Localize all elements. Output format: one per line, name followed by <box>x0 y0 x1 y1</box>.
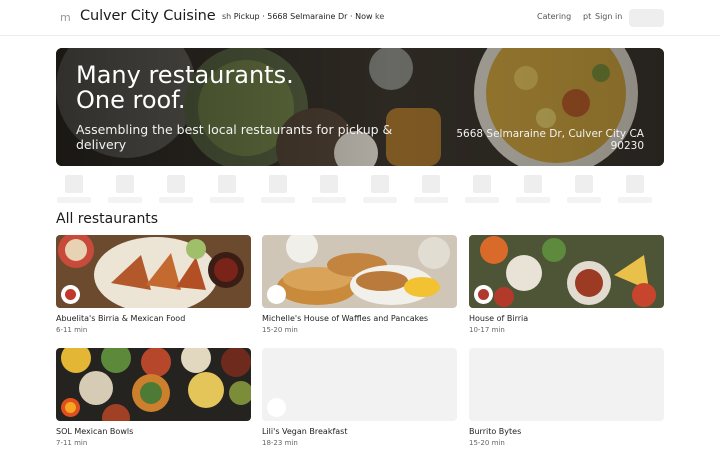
category-placeholder[interactable] <box>617 173 653 203</box>
restaurant-logo <box>61 398 80 417</box>
restaurant-image[interactable] <box>469 235 664 308</box>
restaurant-time: 18-23 min <box>262 439 298 447</box>
category-bar <box>56 173 664 205</box>
restaurant-time: 6-11 min <box>56 326 88 334</box>
catering-link[interactable]: Catering <box>537 12 571 21</box>
category-placeholder[interactable] <box>56 173 92 203</box>
sign-in-link[interactable]: Sign in <box>595 12 622 21</box>
restaurant-time: 15-20 min <box>469 439 505 447</box>
section-title: All restaurants <box>56 211 159 227</box>
category-placeholder[interactable] <box>362 173 398 203</box>
category-placeholder[interactable] <box>158 173 194 203</box>
hero-subtitle: Assembling the best local restaurants fo… <box>76 122 393 152</box>
restaurant-image[interactable] <box>262 235 457 308</box>
restaurant-name[interactable]: Michelle's House of Waffles and Pancakes <box>262 314 457 323</box>
menu-icon[interactable]: m <box>60 11 71 24</box>
restaurant-image-placeholder[interactable] <box>262 348 457 421</box>
hero-banner: Many restaurants. One roof. Assembling t… <box>56 48 664 166</box>
category-placeholder[interactable] <box>260 173 296 203</box>
category-placeholder[interactable] <box>311 173 347 203</box>
logo-mark <box>271 289 282 300</box>
cart-button[interactable] <box>629 9 664 27</box>
restaurant-card[interactable]: SOL Mexican Bowls 7-11 min <box>56 348 251 447</box>
category-placeholder[interactable] <box>464 173 500 203</box>
logo-mark <box>65 402 76 413</box>
restaurant-image[interactable] <box>56 348 251 421</box>
restaurant-name[interactable]: House of Birria <box>469 314 664 323</box>
restaurant-card[interactable]: Abuelita's Birria & Mexican Food 6-11 mi… <box>56 235 251 334</box>
brand-title[interactable]: Culver City Cuisine <box>80 8 216 24</box>
restaurant-name[interactable]: SOL Mexican Bowls <box>56 427 251 436</box>
hero-address: 5668 Selmaraine Dr, Culver City CA 90230 <box>456 128 644 152</box>
restaurant-card[interactable]: Burrito Bytes 15-20 min <box>469 348 664 447</box>
restaurant-logo <box>474 285 493 304</box>
logo-mark <box>65 289 76 300</box>
logo-mark <box>271 402 282 413</box>
logo-mark <box>478 289 489 300</box>
order-mode-selector[interactable]: sh Pickup · 5668 Selmaraine Dr · Now ke <box>222 12 384 21</box>
mode-text: Pickup · 5668 Selmaraine Dr · Now <box>233 12 373 21</box>
restaurant-name[interactable]: Lili's Vegan Breakfast <box>262 427 457 436</box>
restaurant-logo <box>267 285 286 304</box>
restaurant-time: 7-11 min <box>56 439 88 447</box>
category-placeholder[interactable] <box>515 173 551 203</box>
language-selector[interactable]: pt <box>583 12 591 21</box>
hero-title: Many restaurants. One roof. <box>76 61 294 114</box>
restaurant-name[interactable]: Abuelita's Birria & Mexican Food <box>56 314 251 323</box>
restaurant-card[interactable]: Lili's Vegan Breakfast 18-23 min <box>262 348 457 447</box>
restaurant-image-placeholder[interactable] <box>469 348 664 421</box>
mode-suffix: ke <box>375 12 385 21</box>
restaurant-time: 10-17 min <box>469 326 505 334</box>
category-placeholder[interactable] <box>413 173 449 203</box>
mode-prefix: sh <box>222 12 232 21</box>
top-nav: m Culver City Cuisine sh Pickup · 5668 S… <box>0 0 720 36</box>
category-placeholder[interactable] <box>107 173 143 203</box>
restaurant-logo <box>61 285 80 304</box>
category-placeholder[interactable] <box>209 173 245 203</box>
restaurant-time: 15-20 min <box>262 326 298 334</box>
restaurant-image[interactable] <box>56 235 251 308</box>
restaurant-card[interactable]: Michelle's House of Waffles and Pancakes… <box>262 235 457 334</box>
restaurant-card[interactable]: House of Birria 10-17 min <box>469 235 664 334</box>
restaurant-logo <box>267 398 286 417</box>
category-placeholder[interactable] <box>566 173 602 203</box>
restaurant-name[interactable]: Burrito Bytes <box>469 427 664 436</box>
